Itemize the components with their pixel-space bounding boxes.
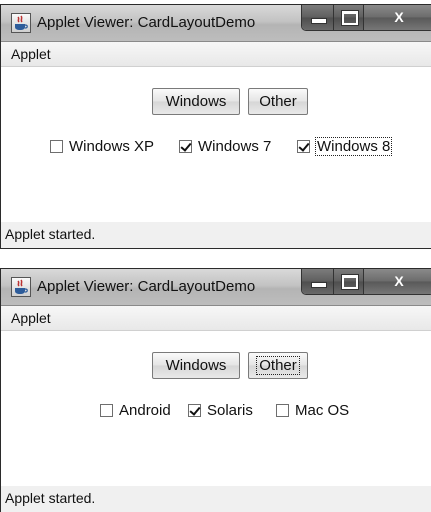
checkbox-windows-7[interactable]: Windows 7: [179, 135, 272, 157]
window-title: Applet Viewer: CardLayoutDemo: [37, 14, 256, 31]
menu-applet[interactable]: Applet: [11, 46, 51, 62]
status-text: Applet started.: [5, 490, 96, 506]
checkbox-windows-8[interactable]: Windows 8: [297, 135, 393, 157]
checkbox-windows-xp[interactable]: Windows XP: [50, 135, 155, 157]
maximize-button[interactable]: [334, 269, 364, 294]
window-controls: X: [301, 5, 431, 31]
checkbox-solaris[interactable]: Solaris: [188, 399, 254, 421]
checkbox-box[interactable]: [297, 139, 310, 153]
checkbox-card: Windows XP Windows 7 Windows 8: [1, 135, 431, 157]
applet-window-other-card: Applet Viewer: CardLayoutDemo X Applet W…: [0, 268, 431, 512]
menu-applet[interactable]: Applet: [11, 310, 51, 326]
windows-button[interactable]: Windows: [152, 88, 240, 115]
minimize-button[interactable]: [302, 269, 334, 294]
close-button[interactable]: X: [364, 269, 431, 294]
close-icon: X: [394, 273, 404, 289]
checkbox-box[interactable]: [50, 139, 63, 153]
window-title: Applet Viewer: CardLayoutDemo: [37, 278, 256, 295]
other-button[interactable]: Other: [248, 352, 308, 379]
checkbox-box[interactable]: [276, 403, 289, 417]
menu-bar: Applet: [1, 42, 431, 67]
java-applet-icon[interactable]: [11, 277, 31, 297]
java-applet-icon[interactable]: [11, 13, 31, 33]
maximize-icon: [341, 10, 359, 26]
checkbox-card: Android Solaris Mac OS: [1, 399, 431, 421]
minimize-button[interactable]: [302, 5, 334, 30]
maximize-button[interactable]: [334, 5, 364, 30]
status-bar: Applet started.: [1, 486, 431, 512]
checkbox-box[interactable]: [100, 403, 113, 417]
checkbox-mac-os[interactable]: Mac OS: [276, 399, 350, 421]
windows-button[interactable]: Windows: [152, 352, 240, 379]
checkbox-android[interactable]: Android: [100, 399, 172, 421]
other-button[interactable]: Other: [248, 88, 308, 115]
checkbox-box[interactable]: [188, 403, 201, 417]
close-button[interactable]: X: [364, 5, 431, 30]
maximize-icon: [341, 274, 359, 290]
close-icon: X: [394, 9, 404, 25]
title-bar[interactable]: Applet Viewer: CardLayoutDemo X: [1, 5, 431, 42]
window-controls: X: [301, 269, 431, 295]
minimize-icon: [311, 18, 327, 24]
applet-panel: Windows Other Windows XP Windows 7 Windo…: [1, 67, 431, 222]
applet-panel: Windows Other Android Solaris Mac OS: [1, 331, 431, 486]
minimize-icon: [311, 282, 327, 288]
menu-bar: Applet: [1, 306, 431, 331]
checkbox-box[interactable]: [179, 139, 192, 153]
status-text: Applet started.: [5, 226, 96, 242]
applet-window-windows-card: Applet Viewer: CardLayoutDemo X Applet W…: [0, 4, 431, 249]
title-bar[interactable]: Applet Viewer: CardLayoutDemo X: [1, 269, 431, 306]
status-bar: Applet started.: [1, 222, 431, 248]
